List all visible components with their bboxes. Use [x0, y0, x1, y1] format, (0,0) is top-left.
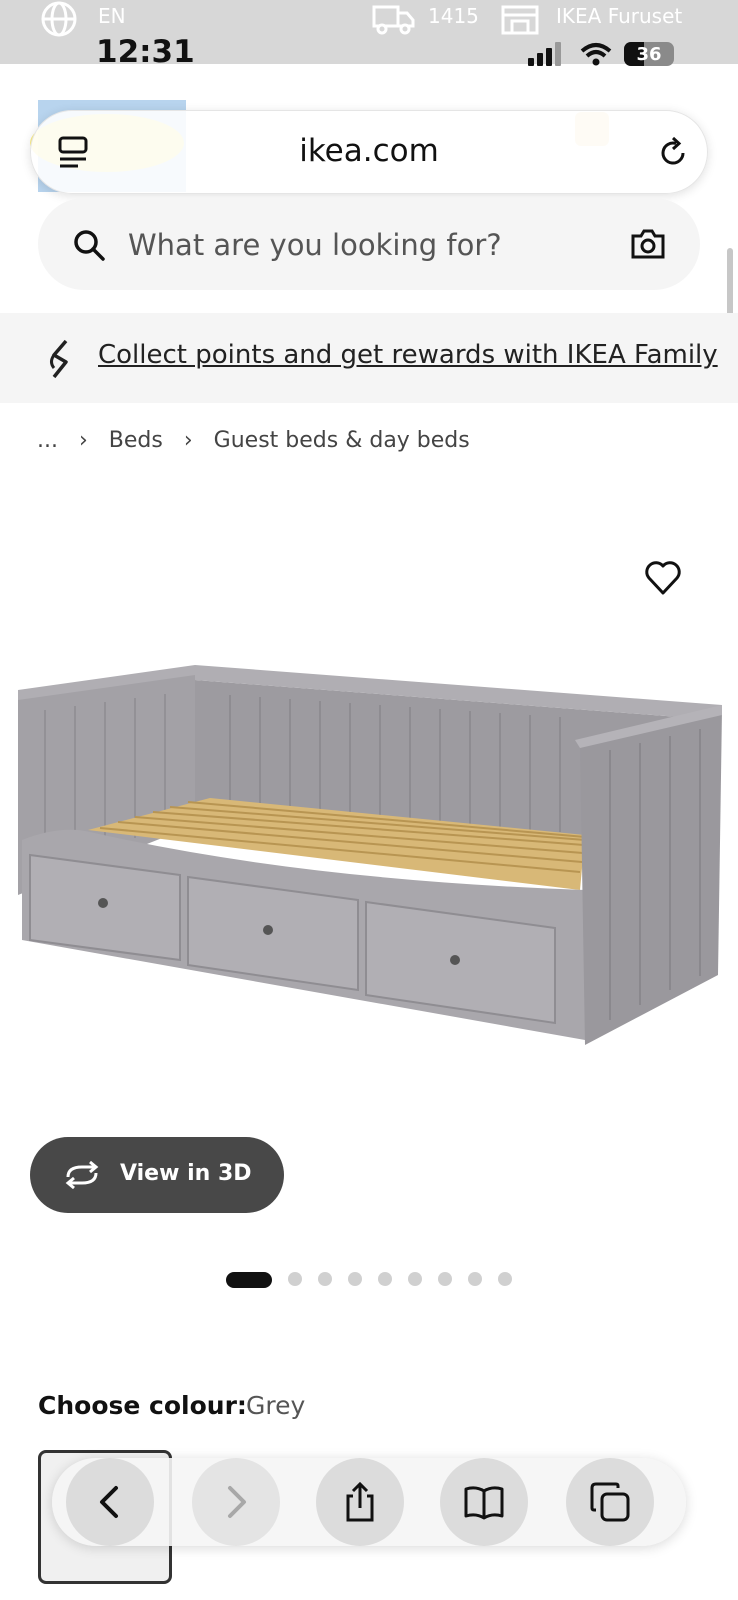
breadcrumb-item-beds[interactable]: Beds: [109, 428, 163, 453]
truck-icon: [372, 5, 415, 35]
view-in-3d-label: View in 3D: [120, 1161, 252, 1186]
carousel-dot[interactable]: [438, 1272, 452, 1286]
wifi-icon: [580, 43, 612, 66]
forward-icon: [228, 1486, 246, 1518]
reload-icon[interactable]: [656, 136, 690, 170]
breadcrumb: ... › Beds › Guest beds & day beds: [37, 428, 484, 453]
breadcrumb-ellipsis[interactable]: ...: [37, 428, 58, 453]
delivery-code[interactable]: 1415: [428, 4, 479, 28]
carousel-dot[interactable]: [468, 1272, 482, 1286]
product-image[interactable]: [0, 650, 738, 1080]
back-icon: [100, 1486, 118, 1518]
carousel-dot[interactable]: [288, 1272, 302, 1286]
store-name[interactable]: IKEA Furuset: [556, 4, 682, 28]
battery-icon: 36: [624, 42, 674, 66]
chevron-right-icon: ›: [183, 428, 193, 453]
camera-icon[interactable]: [630, 228, 666, 260]
forward-button[interactable]: [192, 1458, 280, 1546]
url-text[interactable]: ikea.com: [0, 133, 738, 169]
heart-icon[interactable]: [644, 560, 682, 596]
tabs-button[interactable]: [566, 1458, 654, 1546]
carousel-dot[interactable]: [498, 1272, 512, 1286]
store-icon: [501, 5, 539, 35]
ikea-family-link[interactable]: Collect points and get rewards with IKEA…: [98, 340, 718, 370]
choose-colour-label: Choose colour:: [38, 1391, 247, 1420]
language-label[interactable]: EN: [98, 4, 126, 28]
ikea-family-icon: [50, 339, 68, 379]
carousel-dot[interactable]: [408, 1272, 422, 1286]
carousel-dot[interactable]: [378, 1272, 392, 1286]
signal-icon: [528, 42, 561, 66]
bookmarks-button[interactable]: [440, 1458, 528, 1546]
tabs-icon: [590, 1482, 630, 1522]
search-icon: [74, 230, 105, 261]
carousel-dot[interactable]: [348, 1272, 362, 1286]
share-icon: [346, 1482, 374, 1522]
clock: 12:31: [96, 34, 195, 70]
rotate-3d-icon: [65, 1161, 99, 1189]
battery-level: 36: [636, 44, 662, 65]
selected-colour: Grey: [246, 1391, 306, 1420]
globe-icon[interactable]: [40, 0, 78, 38]
back-button[interactable]: [66, 1458, 154, 1546]
search-input[interactable]: What are you looking for?: [128, 228, 502, 262]
view-in-3d-button[interactable]: View in 3D: [30, 1137, 284, 1213]
carousel-dot[interactable]: [318, 1272, 332, 1286]
breadcrumb-item-guest-beds[interactable]: Guest beds & day beds: [214, 428, 470, 453]
chevron-right-icon: ›: [78, 428, 88, 453]
share-button[interactable]: [316, 1458, 404, 1546]
bookmarks-icon: [464, 1486, 504, 1520]
browser-toolbar: [52, 1458, 686, 1546]
carousel-dot-active[interactable]: [226, 1272, 272, 1288]
